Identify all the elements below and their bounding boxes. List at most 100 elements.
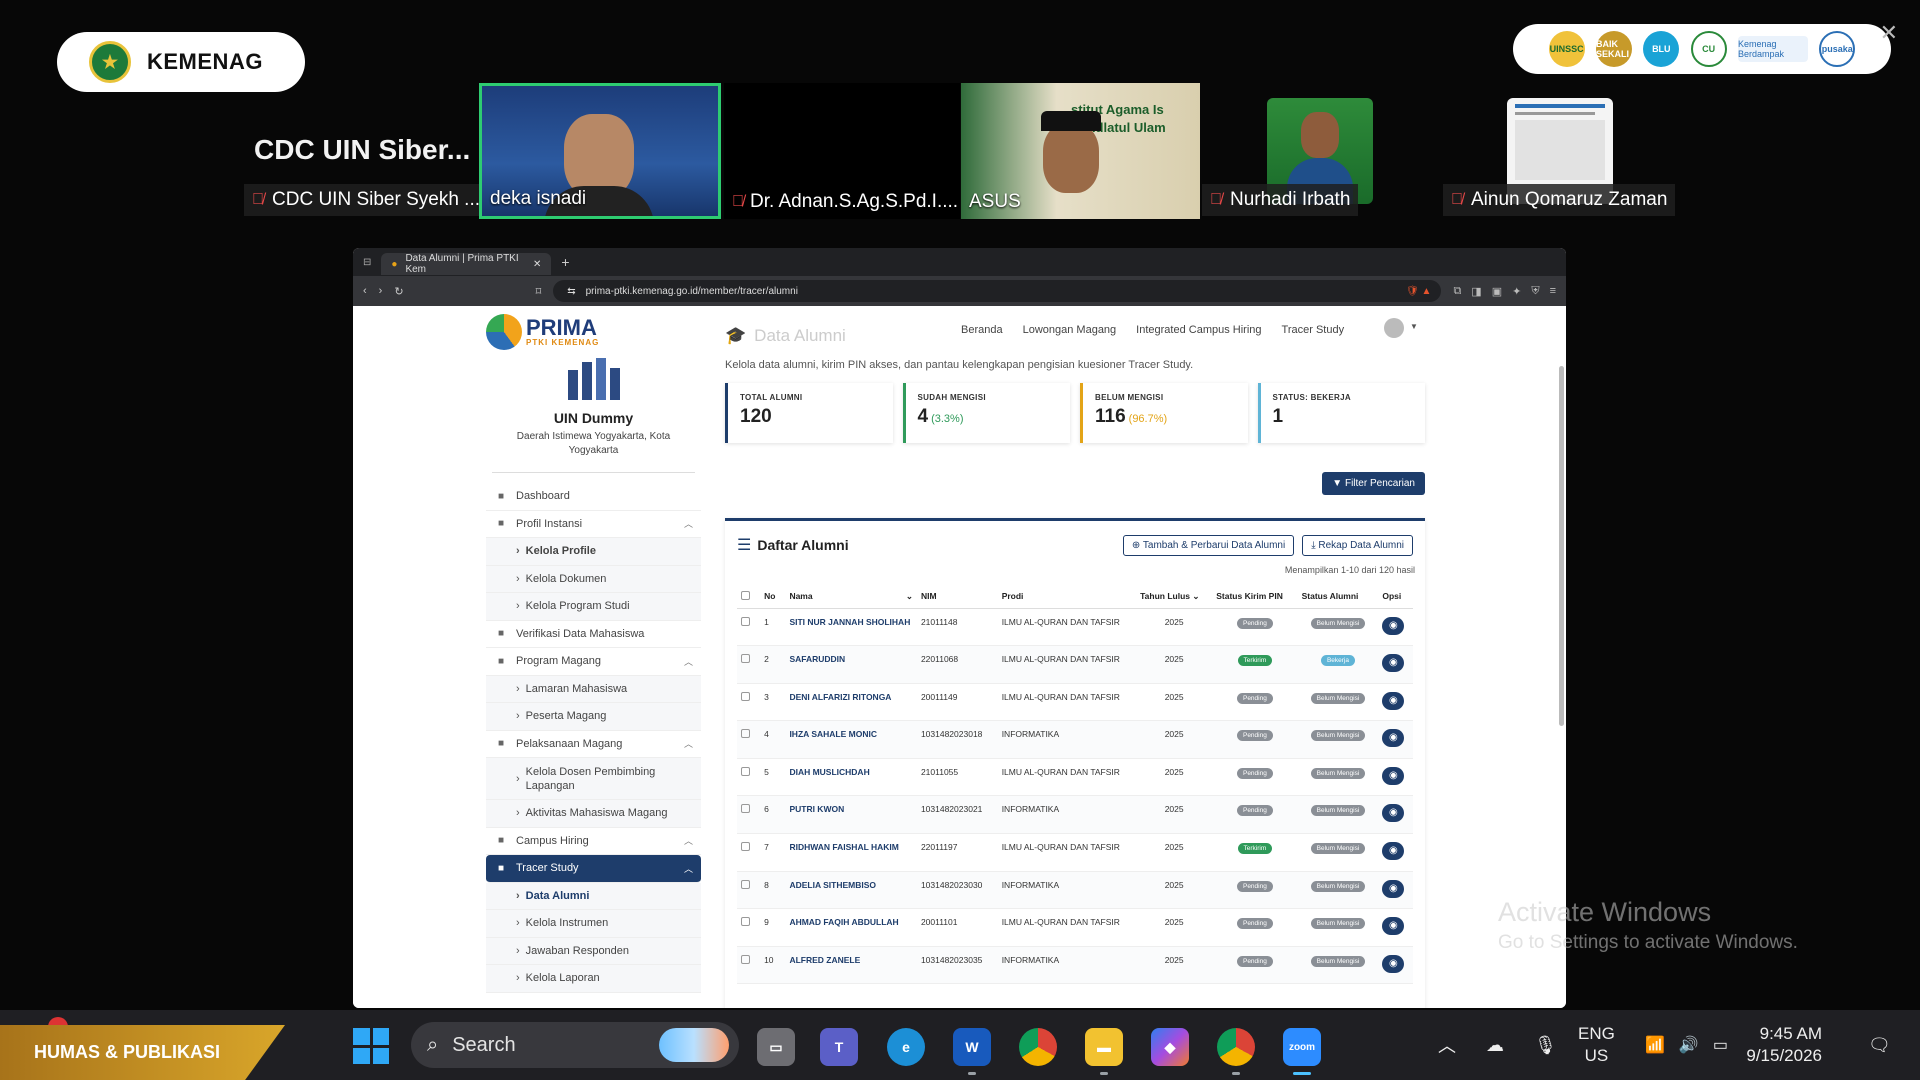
sidebar-item-pelaksanaan-magang[interactable]: ■ Pelaksanaan Magang ︿	[486, 731, 701, 758]
row-checkbox[interactable]	[741, 879, 750, 889]
sidebar-item-kelola-dokumen[interactable]: Kelola Dokumen	[486, 565, 701, 593]
tab-close-icon[interactable]: ✕	[533, 259, 541, 270]
prima-logo[interactable]: PRIMA PTKI KEMENAG	[486, 314, 599, 350]
col-tahun-lulus[interactable]: Tahun Lulus ⌄	[1136, 585, 1213, 609]
chevron-up-icon[interactable]: ︿	[684, 834, 693, 847]
site-info-icon[interactable]: ⇆	[567, 286, 575, 297]
participant-nameplate[interactable]: 🎙̸ Ainun Qomaruz Zaman	[1443, 184, 1676, 216]
onedrive-icon[interactable]: ☁	[1486, 1035, 1504, 1056]
view-icon[interactable]: ◉	[1382, 842, 1405, 861]
row-checkbox[interactable]	[741, 804, 750, 814]
vpn-icon[interactable]: ⛨	[1531, 285, 1539, 298]
sidebar-item-kelola-dosen-pembimbing-lapangan[interactable]: Kelola Dosen Pembimbing Lapangan	[486, 758, 701, 800]
copilot-icon[interactable]: ◆	[1151, 1028, 1189, 1066]
chevron-up-icon[interactable]: ︿	[1438, 1032, 1456, 1058]
page-scrollbar[interactable]	[1559, 366, 1564, 726]
taskbar-search[interactable]: ⌕ Search	[411, 1022, 739, 1068]
row-checkbox[interactable]	[741, 654, 750, 664]
view-icon[interactable]: ◉	[1382, 616, 1405, 635]
file-explorer-icon[interactable]: ▬	[1085, 1028, 1123, 1066]
forward-icon[interactable]: ›	[379, 285, 383, 297]
clock[interactable]: 9:45 AM 9/15/2026	[1680, 1010, 1822, 1080]
teams-icon[interactable]: T	[820, 1028, 858, 1066]
user-avatar[interactable]	[1384, 318, 1404, 338]
select-all-checkbox[interactable]	[741, 590, 750, 600]
row-checkbox[interactable]	[741, 766, 750, 776]
row-checkbox[interactable]	[741, 842, 750, 852]
chrome-icon[interactable]	[1019, 1028, 1057, 1066]
sidebar-item-program-magang[interactable]: ■ Program Magang ︿	[486, 648, 701, 676]
language-indicator[interactable]: ENG US	[1578, 1010, 1615, 1080]
microphone-icon[interactable]: 🎙	[1534, 1035, 1557, 1056]
participant-nameplate[interactable]: 🎙̸ CDC UIN Siber Syekh ...	[244, 184, 488, 216]
sidebar-item-dashboard[interactable]: ■ Dashboard	[486, 483, 701, 511]
filter-button[interactable]: ▼ Filter Pencarian	[1322, 472, 1425, 495]
view-icon[interactable]: ◉	[1382, 729, 1405, 748]
sidebar-item-label: Campus Hiring	[516, 834, 589, 847]
sidebar-item-jawaban-responden[interactable]: Jawaban Responden	[486, 937, 701, 965]
chevron-up-icon[interactable]: ︿	[684, 737, 693, 750]
view-icon[interactable]: ◉	[1382, 654, 1405, 673]
chevron-down-icon[interactable]: ▼	[1410, 322, 1418, 331]
sidebar-item-kelola-instrumen[interactable]: Kelola Instrumen	[486, 910, 701, 938]
sidebar-item-profil-instansi[interactable]: ■ Profil Instansi ︿	[486, 511, 701, 538]
row-checkbox[interactable]	[741, 917, 750, 927]
col-nama[interactable]: Nama ⌄	[785, 585, 917, 609]
puzzle-icon[interactable]: ✦	[1512, 285, 1521, 298]
screenshot-icon[interactable]: ▣	[1492, 285, 1502, 298]
view-icon[interactable]: ◉	[1382, 804, 1405, 823]
reload-icon[interactable]: ↻	[394, 285, 403, 298]
nav-lowongan-magang[interactable]: Lowongan Magang	[1023, 324, 1117, 336]
participant-nameplate[interactable]: 🎙̸ Nurhadi Irbath	[1202, 184, 1359, 216]
participant-tile[interactable]: stitut Agama Is Nahdlatul Ulam ASUS	[961, 83, 1200, 219]
sidebar-icon[interactable]: ◨	[1471, 285, 1481, 298]
tab-menu-icon[interactable]: ⊟	[363, 257, 371, 268]
menu-icon[interactable]: ≡	[1550, 285, 1556, 298]
sidebar-item-lamaran-mahasiswa[interactable]: Lamaran Mahasiswa	[486, 675, 701, 703]
start-button[interactable]	[353, 1028, 389, 1064]
recap-button[interactable]: ⤓ Rekap Data Alumni	[1302, 534, 1413, 556]
url-field[interactable]: ⇆ prima-ptki.kemenag.go.id/member/tracer…	[553, 280, 1442, 302]
sidebar-item-kelola-profile[interactable]: Kelola Profile	[486, 538, 701, 566]
sidebar-item-verifikasi-data-mahasiswa[interactable]: ■ Verifikasi Data Mahasiswa	[486, 621, 701, 648]
browser-tab[interactable]: ● Data Alumni | Prima PTKI Kem ✕	[381, 253, 552, 275]
view-icon[interactable]: ◉	[1382, 917, 1405, 936]
nav-tracer-study[interactable]: Tracer Study	[1282, 324, 1345, 336]
sidebar-item-kelola-laporan[interactable]: Kelola Laporan	[486, 965, 701, 993]
chevron-up-icon[interactable]: ︿	[684, 655, 693, 668]
nav-beranda[interactable]: Beranda	[961, 324, 1003, 336]
extensions-icon[interactable]: ⧉	[1453, 285, 1461, 298]
sidebar-item-kelola-program-studi[interactable]: Kelola Program Studi	[486, 593, 701, 621]
add-alumni-button[interactable]: ⊕ Tambah & Perbarui Data Alumni	[1122, 534, 1295, 556]
participant-tile-speaking[interactable]: deka isnadi	[479, 83, 721, 219]
nav-campus-hiring[interactable]: Integrated Campus Hiring	[1136, 324, 1261, 336]
activate-windows-watermark: Activate Windows Go to Settings to activ…	[1498, 897, 1798, 953]
view-icon[interactable]: ◉	[1382, 691, 1405, 710]
sidebar-item-campus-hiring[interactable]: ■ Campus Hiring ︿	[486, 828, 701, 855]
sidebar-item-tracer-study[interactable]: ■ Tracer Study ︿	[486, 855, 701, 883]
edge-icon[interactable]: e	[887, 1028, 925, 1066]
view-icon[interactable]: ◉	[1382, 954, 1405, 973]
row-checkbox[interactable]	[741, 729, 750, 739]
sidebar-item-aktivitas-mahasiswa-magang[interactable]: Aktivitas Mahasiswa Magang	[486, 800, 701, 828]
sidebar-item-data-alumni[interactable]: Data Alumni	[486, 882, 701, 910]
new-tab-icon[interactable]: +	[561, 254, 569, 270]
chevron-up-icon[interactable]: ︿	[684, 517, 693, 530]
row-checkbox[interactable]	[741, 691, 750, 701]
brave-shield-icon[interactable]: 🛡 ▲	[1406, 286, 1431, 297]
row-checkbox[interactable]	[741, 616, 750, 626]
participant-tile[interactable]: 🎙̸ Dr. Adnan.S.Ag.S.Pd.I....	[724, 83, 960, 219]
view-icon[interactable]: ◉	[1382, 766, 1405, 785]
chevron-up-icon[interactable]: ︿	[684, 862, 693, 875]
sidebar-item-peserta-magang[interactable]: Peserta Magang	[486, 703, 701, 731]
zoom-icon[interactable]: zoom	[1283, 1028, 1321, 1066]
chrome-profile-icon[interactable]	[1217, 1028, 1255, 1066]
view-icon[interactable]: ◉	[1382, 879, 1405, 898]
close-icon[interactable]: ✕	[1880, 20, 1898, 46]
back-icon[interactable]: ‹	[363, 285, 367, 297]
word-icon[interactable]: W	[953, 1028, 991, 1066]
notification-icon[interactable]: 🗨	[1868, 1010, 1891, 1080]
bookmark-icon[interactable]: ⌑	[536, 285, 542, 298]
row-checkbox[interactable]	[741, 954, 750, 964]
task-view-icon[interactable]: ▭	[757, 1028, 795, 1066]
